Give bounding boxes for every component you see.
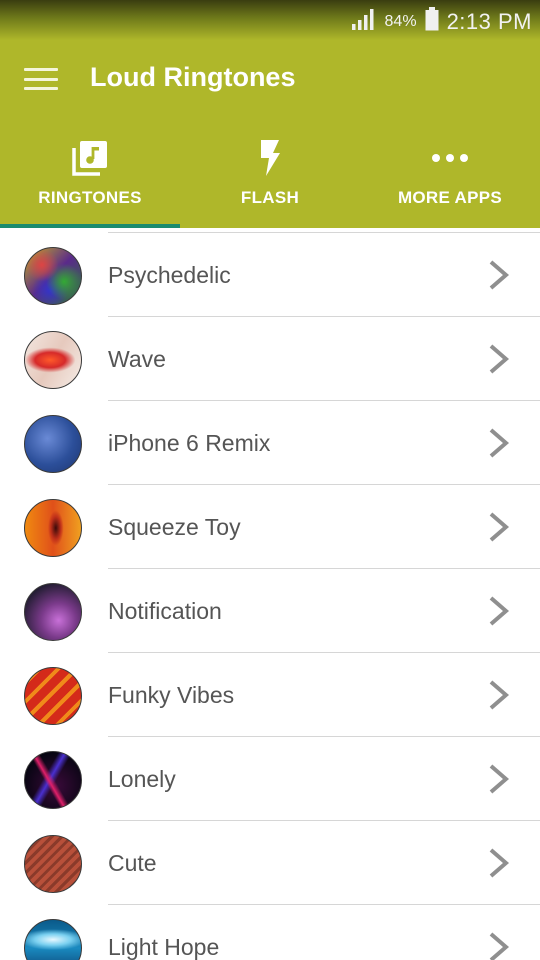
list-item[interactable]: Cute [0,821,540,905]
list-item[interactable]: Funky Vibes [0,653,540,737]
ringtone-name: Psychedelic [108,262,231,288]
tab-ringtones-label: RINGTONES [38,188,142,207]
ringtone-thumbnail [24,667,82,725]
status-bar: 84% 2:13 PM [0,0,540,40]
list-item[interactable]: Lonely [0,737,540,821]
tab-flash-label: FLASH [240,188,300,207]
ringtone-thumbnail [24,415,82,473]
tab-ringtones[interactable]: RINGTONES [0,128,180,228]
ringtone-name: iPhone 6 Remix [108,430,271,456]
ringtone-list: Psychedelic Wave iPhone 6 Remix Squeeze … [0,228,540,960]
list-item[interactable]: Psychedelic [0,233,540,317]
ringtone-name: Lonely [108,766,176,792]
ringtone-thumbnail [24,499,82,557]
ringtone-name: Notification [108,598,222,624]
ringtone-thumbnail [24,835,82,893]
app-bar: Loud Ringtones RINGTONES FLASH MORE APPS [0,40,540,228]
clock: 2:13 PM [446,9,532,34]
ringtone-name: Funky Vibes [108,682,235,708]
chevron-right-icon [489,764,510,794]
chevron-right-icon [489,428,510,458]
chevron-right-icon [489,260,510,290]
app-title: Loud Ringtones [90,62,296,92]
ringtone-thumbnail [24,247,82,305]
chevron-right-icon [489,596,510,626]
chevron-right-icon [489,344,510,374]
battery-icon [425,7,439,37]
chevron-right-icon [489,932,510,960]
list-item[interactable]: Wave [0,317,540,401]
flash-icon [250,138,290,178]
list-item[interactable]: Notification [0,569,540,653]
tab-more-apps[interactable]: MORE APPS [360,128,540,228]
chevron-right-icon [489,512,510,542]
status-icons: 84% 2:13 PM [351,7,532,37]
list-item[interactable]: Squeeze Toy [0,485,540,569]
tab-more-apps-label: MORE APPS [397,188,503,207]
list-item[interactable]: Light Hope [0,905,540,960]
tab-flash[interactable]: FLASH [180,128,360,228]
ringtone-name: Cute [108,850,157,876]
ringtone-thumbnail [24,583,82,641]
music-library-icon [70,138,110,178]
signal-icon [351,8,377,36]
ringtone-thumbnail [24,919,82,960]
ringtone-name: Light Hope [108,934,220,960]
tab-bar: RINGTONES FLASH MORE APPS [0,128,540,228]
more-dots-icon [430,138,470,178]
chevron-right-icon [489,680,510,710]
chevron-right-icon [489,848,510,878]
ringtone-thumbnail [24,331,82,389]
list-item[interactable]: iPhone 6 Remix [0,401,540,485]
ringtone-thumbnail [24,751,82,809]
ringtone-name: Wave [108,346,166,372]
battery-percent: 84% [384,13,417,30]
hamburger-menu-icon[interactable] [24,64,58,94]
ringtone-name: Squeeze Toy [108,514,241,540]
